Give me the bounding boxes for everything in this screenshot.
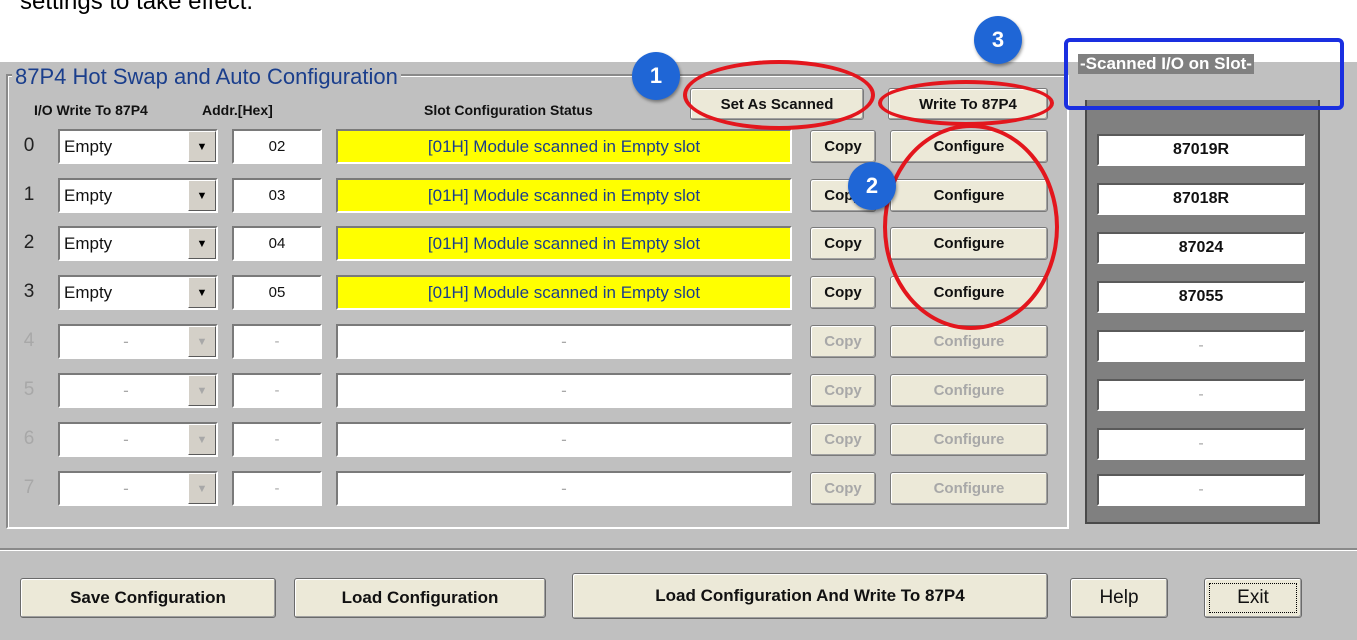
save-configuration-button[interactable]: Save Configuration [20, 578, 276, 618]
annotation-ellipse-configure-buttons [883, 124, 1059, 330]
io-write-value: - [123, 331, 129, 351]
slot-number: 3 [23, 281, 35, 302]
footer-divider [0, 548, 1357, 550]
slot-number: 1 [23, 184, 35, 205]
io-write-select[interactable]: - ▼ [58, 373, 218, 408]
slot-status-field: - [336, 471, 792, 506]
scanned-slot-field: - [1097, 474, 1305, 506]
slot-number: 6 [23, 428, 35, 449]
slot-status-field: [01H] Module scanned in Empty slot [336, 129, 792, 164]
scanned-slot-field: - [1097, 428, 1305, 460]
dropdown-arrow-icon[interactable]: ▼ [188, 375, 216, 406]
annotation-rect-scanned-io [1064, 38, 1344, 110]
copy-button[interactable]: Copy [810, 325, 876, 358]
slot-status-field: [01H] Module scanned in Empty slot [336, 178, 792, 213]
dropdown-arrow-icon[interactable]: ▼ [188, 424, 216, 455]
copy-button[interactable]: Copy [810, 276, 876, 309]
io-write-select[interactable]: Empty ▼ [58, 226, 218, 261]
addr-field[interactable]: 04 [232, 226, 322, 261]
copy-button[interactable]: Copy [810, 423, 876, 456]
io-write-value: Empty [64, 185, 113, 205]
configure-button[interactable]: Configure [890, 374, 1048, 407]
scanned-slot-field: - [1097, 379, 1305, 411]
slot-status-header: Slot Configuration Status [424, 102, 593, 118]
scanned-slot-field: 87019R [1097, 134, 1305, 166]
addr-field[interactable]: - [232, 373, 322, 408]
slot-status-field: - [336, 324, 792, 359]
io-write-select[interactable]: Empty ▼ [58, 275, 218, 310]
slot-status-field: - [336, 422, 792, 457]
io-write-select[interactable]: Empty ▼ [58, 178, 218, 213]
group-title: 87P4 Hot Swap and Auto Configuration [12, 64, 401, 90]
slot-status-field: [01H] Module scanned in Empty slot [336, 226, 792, 261]
annotation-ellipse-write-to-87p4 [878, 80, 1054, 126]
addr-field[interactable]: 02 [232, 129, 322, 164]
exit-button[interactable]: Exit [1204, 578, 1302, 618]
configure-button[interactable]: Configure [890, 472, 1048, 505]
slot-number: 0 [23, 135, 35, 156]
scanned-slot-field: 87024 [1097, 232, 1305, 264]
step-3-badge: 3 [974, 16, 1022, 64]
addr-header: Addr.[Hex] [202, 102, 273, 118]
slot-number: 4 [23, 330, 35, 351]
slot-number: 2 [23, 232, 35, 253]
slot-number: 7 [23, 477, 35, 498]
scanned-slot-field: - [1097, 330, 1305, 362]
dropdown-arrow-icon[interactable]: ▼ [188, 228, 216, 259]
slot-status-field: - [336, 373, 792, 408]
io-write-select[interactable]: Empty ▼ [58, 129, 218, 164]
dropdown-arrow-icon[interactable]: ▼ [188, 180, 216, 211]
io-write-value: - [123, 429, 129, 449]
copy-button[interactable]: Copy [810, 227, 876, 260]
slot-status-field: [01H] Module scanned in Empty slot [336, 275, 792, 310]
help-button[interactable]: Help [1070, 578, 1168, 618]
slot-number: 5 [23, 379, 35, 400]
io-write-value: - [123, 478, 129, 498]
scanned-slot-field: 87055 [1097, 281, 1305, 313]
io-write-value: Empty [64, 282, 113, 302]
addr-field[interactable]: - [232, 471, 322, 506]
io-write-header: I/O Write To 87P4 [34, 102, 148, 118]
io-write-select[interactable]: - ▼ [58, 422, 218, 457]
copy-button[interactable]: Copy [810, 130, 876, 163]
load-and-write-button[interactable]: Load Configuration And Write To 87P4 [572, 573, 1048, 619]
addr-field[interactable]: - [232, 324, 322, 359]
dropdown-arrow-icon[interactable]: ▼ [188, 326, 216, 357]
load-configuration-button[interactable]: Load Configuration [294, 578, 546, 618]
copy-button[interactable]: Copy [810, 472, 876, 505]
configure-button[interactable]: Configure [890, 423, 1048, 456]
io-write-select[interactable]: - ▼ [58, 471, 218, 506]
copy-button[interactable]: Copy [810, 374, 876, 407]
scanned-slot-field: 87018R [1097, 183, 1305, 215]
addr-field[interactable]: 03 [232, 178, 322, 213]
io-write-value: - [123, 380, 129, 400]
addr-field[interactable]: - [232, 422, 322, 457]
annotation-ellipse-set-as-scanned [683, 60, 875, 130]
dropdown-arrow-icon[interactable]: ▼ [188, 473, 216, 504]
io-write-value: Empty [64, 136, 113, 156]
instruction-text: settings to take effect. [20, 0, 254, 15]
dropdown-arrow-icon[interactable]: ▼ [188, 277, 216, 308]
io-write-value: Empty [64, 233, 113, 253]
step-1-badge: 1 [632, 52, 680, 100]
step-2-badge: 2 [848, 162, 896, 210]
dropdown-arrow-icon[interactable]: ▼ [188, 131, 216, 162]
io-write-select[interactable]: - ▼ [58, 324, 218, 359]
addr-field[interactable]: 05 [232, 275, 322, 310]
